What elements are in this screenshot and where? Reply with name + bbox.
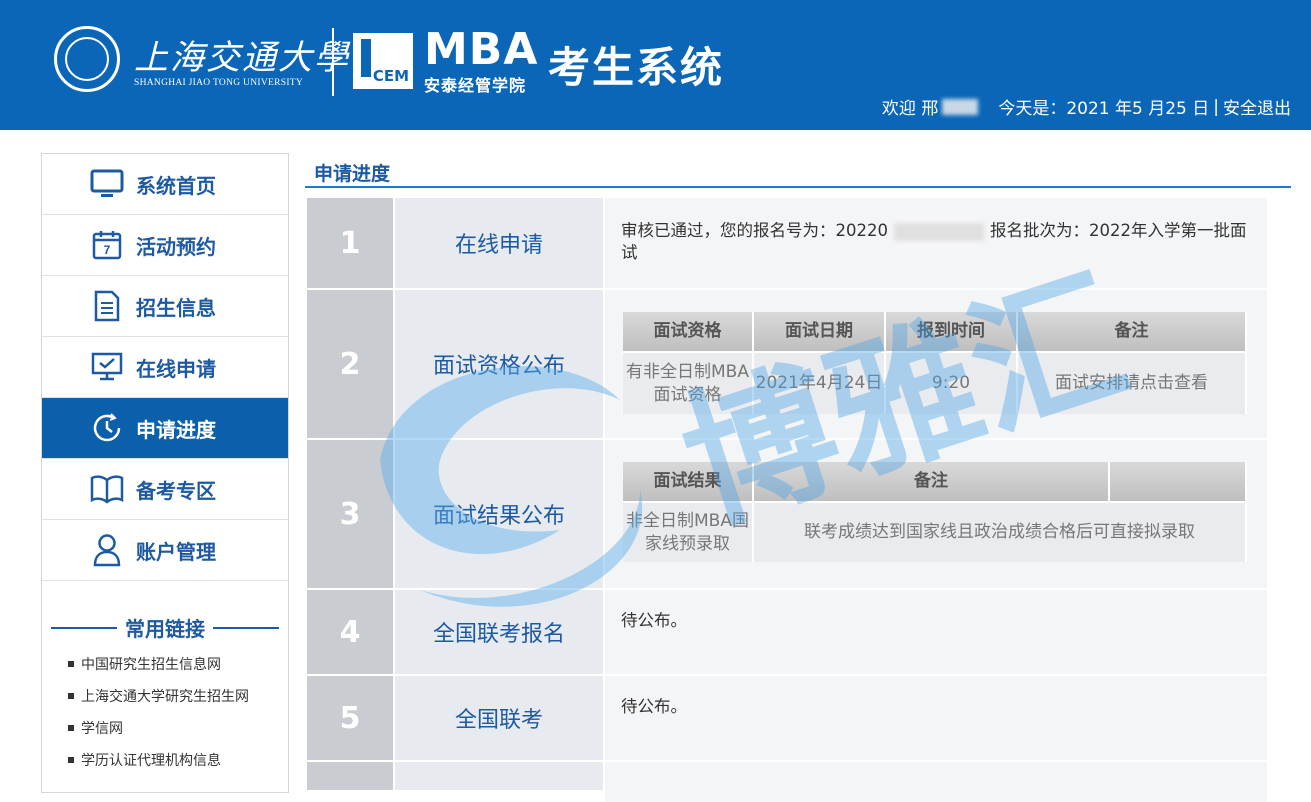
link-cert-agency[interactable]: 学历认证代理机构信息 <box>68 750 288 770</box>
step-number <box>307 762 395 790</box>
step-number: 1 <box>307 198 395 288</box>
step-name: 面试资格公布 <box>395 290 605 438</box>
table-cell: 2021年4月24日 <box>753 351 886 414</box>
logout-link[interactable]: 安全退出 <box>1223 94 1291 119</box>
step-detail: 待公布。 <box>605 676 1267 760</box>
step-number: 4 <box>307 590 395 674</box>
table-header: 面试日期 <box>753 312 886 352</box>
document-icon <box>90 289 124 323</box>
link-sjtu-grad[interactable]: 上海交通大学研究生招生网 <box>68 686 288 706</box>
sidebar-item-account[interactable]: 账户管理 <box>42 520 288 581</box>
step-row: 2 面试资格公布 面试资格 面试日期 报到时间 备注 有非全日制MBA面试资格 … <box>307 290 1267 440</box>
step-row: 1 在线申请 审核已通过，您的报名号为：20220 报名批次为：2022年入学第一… <box>307 198 1267 290</box>
progress-steps: 1 在线申请 审核已通过，您的报名号为：20220 报名批次为：2022年入学第一… <box>307 198 1267 802</box>
interview-qualification-table: 面试资格 面试日期 报到时间 备注 有非全日制MBA面试资格 2021年4月24… <box>623 312 1247 414</box>
svg-text:7: 7 <box>104 243 111 257</box>
page-title: 申请进度 <box>305 155 1291 188</box>
university-seal-logo <box>54 26 120 92</box>
table-header: 报到时间 <box>885 312 1018 352</box>
step-name: 全国联考报名 <box>395 590 605 674</box>
application-status-text: 审核已通过，您的报名号为：20220 <box>621 221 888 240</box>
header-bar: 上海交通大學 SHANGHAI JIAO TONG UNIVERSITY CEM… <box>0 0 1311 130</box>
sidebar-item-label: 在线申请 <box>136 356 216 381</box>
step-detail: 面试结果 备注 非全日制MBA国家线预录取 联考成绩达到国家线且政治成绩合格后可… <box>605 440 1267 588</box>
monitor-icon <box>90 167 124 201</box>
step-detail <box>605 762 1267 802</box>
step-number: 2 <box>307 290 395 438</box>
step-detail: 面试资格 面试日期 报到时间 备注 有非全日制MBA面试资格 2021年4月24… <box>605 290 1267 438</box>
step-name: 面试结果公布 <box>395 440 605 588</box>
sidebar-item-online-apply[interactable]: 在线申请 <box>42 337 288 398</box>
table-cell: 非全日制MBA国家线预录取 <box>623 501 754 562</box>
link-chsi-yz[interactable]: 中国研究生招生信息网 <box>68 654 288 674</box>
step-name: 全国联考 <box>395 676 605 760</box>
sidebar-item-activity[interactable]: 7 活动预约 <box>42 215 288 276</box>
cem-logo: CEM <box>353 33 413 89</box>
step-row <box>307 762 1267 802</box>
welcome-text: 欢迎 邢 <box>881 99 939 119</box>
screen-check-icon <box>90 350 124 384</box>
step-row: 5 全国联考 待公布。 <box>307 676 1267 762</box>
user-bar: 欢迎 邢 今天是：2021 年5 月25 日 | 安全退出 <box>881 94 1291 120</box>
user-icon <box>90 533 124 567</box>
mba-brand: MBA <box>424 24 539 75</box>
table-header: 面试资格 <box>623 312 754 352</box>
step-number: 3 <box>307 440 395 588</box>
sidebar-item-label: 活动预约 <box>136 234 216 259</box>
table-cell: 有非全日制MBA面试资格 <box>623 351 754 414</box>
sidebar-item-label: 账户管理 <box>136 539 216 564</box>
interview-result-table: 面试结果 备注 非全日制MBA国家线预录取 联考成绩达到国家线且政治成绩合格后可… <box>623 462 1247 562</box>
sidebar: 系统首页 7 活动预约 招生信息 在线申请 申请进度 备考专区 账户管理 常用链… <box>41 153 289 793</box>
interview-arrangement-link[interactable]: 面试安排请点击查看 <box>1017 351 1247 414</box>
system-title: 考生系统 <box>548 43 725 92</box>
table-header: 面试结果 <box>623 462 754 502</box>
university-name-en: SHANGHAI JIAO TONG UNIVERSITY <box>134 78 304 88</box>
masked-username <box>942 98 979 115</box>
sidebar-item-label: 系统首页 <box>136 173 216 198</box>
sidebar-item-progress[interactable]: 申请进度 <box>42 398 288 459</box>
link-chsi[interactable]: 学信网 <box>68 718 288 738</box>
sidebar-item-home[interactable]: 系统首页 <box>42 154 288 215</box>
separator: | <box>1213 96 1219 117</box>
book-icon <box>90 472 124 506</box>
step-name <box>395 762 605 790</box>
common-links-list: 中国研究生招生信息网 上海交通大学研究生招生网 学信网 学历认证代理机构信息 <box>42 654 288 770</box>
university-name-cn: 上海交通大學 <box>134 38 350 78</box>
table-header: 备注 <box>1017 312 1247 352</box>
step-detail: 待公布。 <box>605 590 1267 674</box>
sidebar-item-prep[interactable]: 备考专区 <box>42 459 288 520</box>
step-name: 在线申请 <box>395 198 605 288</box>
table-header: 备注 <box>753 462 1110 502</box>
sidebar-item-admissions[interactable]: 招生信息 <box>42 276 288 337</box>
sidebar-item-label: 招生信息 <box>136 295 216 320</box>
sidebar-item-label: 申请进度 <box>136 417 216 442</box>
table-cell: 9:20 <box>885 351 1018 414</box>
clock-icon <box>90 411 124 445</box>
table-cell: 联考成绩达到国家线且政治成绩合格后可直接拟录取 <box>753 501 1247 562</box>
step-number: 5 <box>307 676 395 760</box>
school-name: 安泰经管学院 <box>424 76 527 95</box>
sidebar-item-label: 备考专区 <box>136 478 216 503</box>
step-detail: 审核已通过，您的报名号为：20220 报名批次为：2022年入学第一批面试 <box>605 198 1267 288</box>
calendar-icon: 7 <box>90 228 124 262</box>
table-header <box>1109 462 1247 502</box>
step-row: 4 全国联考报名 待公布。 <box>307 590 1267 676</box>
common-links-heading: 常用链接 <box>42 613 288 642</box>
today-date: 今天是：2021 年5 月25 日 <box>998 99 1210 119</box>
header-divider <box>332 28 334 96</box>
step-row: 3 面试结果公布 面试结果 备注 非全日制MBA国家线预录取 联考成绩达到国家线… <box>307 440 1267 590</box>
masked-reg-number <box>894 222 984 241</box>
